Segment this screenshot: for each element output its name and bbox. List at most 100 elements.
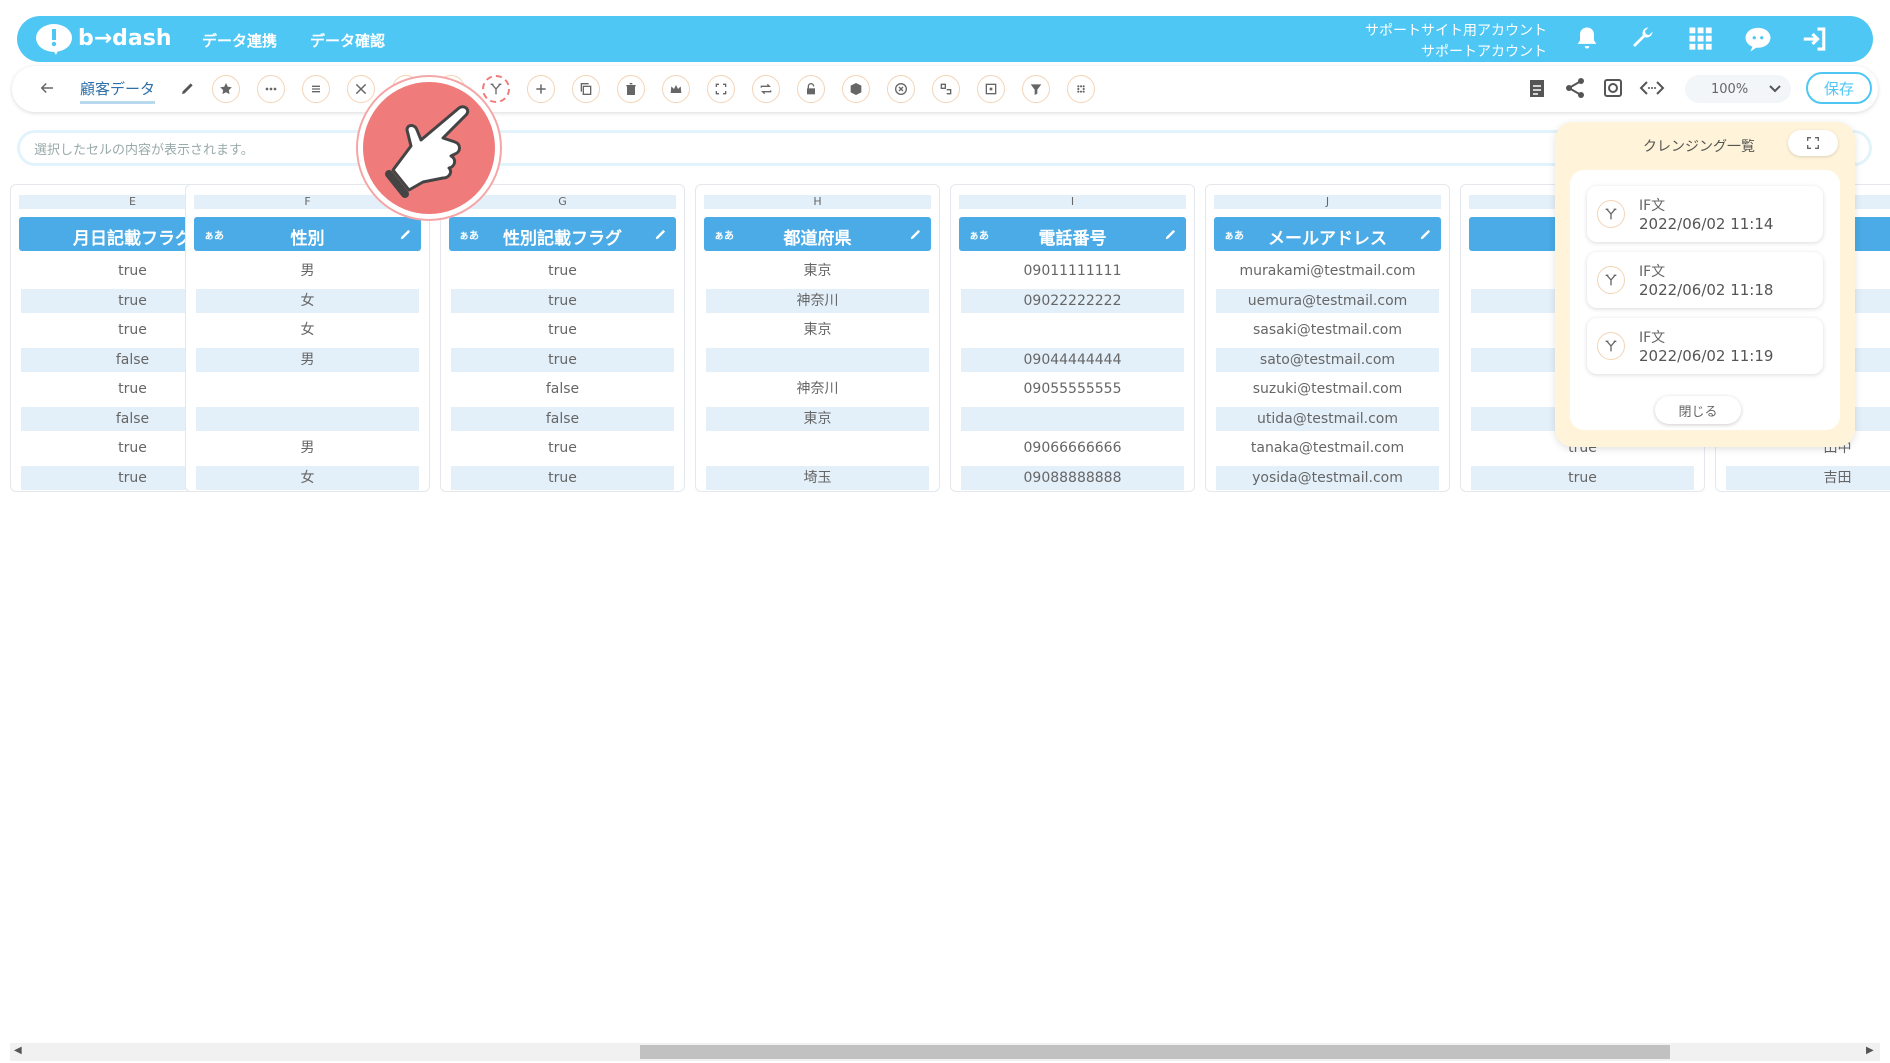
bdash-logo[interactable]: b→dash: [34, 22, 174, 56]
scroll-right-icon[interactable]: ▶: [1866, 1045, 1874, 1056]
table-cell[interactable]: 神奈川: [706, 377, 929, 401]
scrollbar-thumb[interactable]: [640, 1045, 1670, 1059]
column-header[interactable]: ぁあ 性別記載フラグ: [449, 217, 676, 251]
item-label: IF文: [1639, 198, 1666, 214]
table-cell[interactable]: 東京: [706, 259, 929, 283]
column-header[interactable]: ぁあ 都道府県: [704, 217, 931, 251]
edit-title-icon[interactable]: [180, 80, 196, 100]
table-cell[interactable]: 男: [196, 348, 419, 372]
cleansing-item[interactable]: IF文 2022/06/02 11:18: [1587, 252, 1823, 308]
column-letter[interactable]: J: [1214, 195, 1441, 209]
table-cell[interactable]: [706, 348, 929, 372]
table-cell[interactable]: tanaka@testmail.com: [1216, 436, 1439, 460]
cleansing-item[interactable]: IF文 2022/06/02 11:19: [1587, 318, 1823, 374]
table-cell[interactable]: 東京: [706, 407, 929, 431]
table-cell[interactable]: sato@testmail.com: [1216, 348, 1439, 372]
add-plus-icon[interactable]: [527, 75, 555, 103]
table-cell[interactable]: 神奈川: [706, 289, 929, 313]
back-arrow-icon[interactable]: [38, 79, 56, 101]
box-icon[interactable]: [842, 75, 870, 103]
wrench-icon[interactable]: [1628, 24, 1660, 56]
item-label: IF文: [1639, 264, 1666, 280]
expand-panel-button[interactable]: [1788, 130, 1838, 156]
table-cell[interactable]: utida@testmail.com: [1216, 407, 1439, 431]
table-cell[interactable]: 女: [196, 466, 419, 490]
table-cell[interactable]: [961, 318, 1184, 342]
clipboard-icon[interactable]: [1525, 76, 1549, 104]
table-cell[interactable]: [196, 407, 419, 431]
table-cell[interactable]: true: [451, 466, 674, 490]
code-icon[interactable]: [1639, 76, 1665, 104]
table-cell[interactable]: [961, 407, 1184, 431]
share-icon[interactable]: [1563, 76, 1587, 104]
cleansing-item[interactable]: IF文 2022/06/02 11:14: [1587, 186, 1823, 242]
logout-icon[interactable]: [1800, 24, 1832, 56]
table-cell[interactable]: uemura@testmail.com: [1216, 289, 1439, 313]
bell-icon[interactable]: [1573, 24, 1605, 56]
table-cell[interactable]: 09011111111: [961, 259, 1184, 283]
close-panel-button[interactable]: 閉じる: [1655, 396, 1741, 424]
apps-grid-icon[interactable]: [1686, 24, 1718, 56]
favorite-star-icon[interactable]: [212, 75, 240, 103]
table-cell[interactable]: yosida@testmail.com: [1216, 466, 1439, 490]
table-cell[interactable]: false: [451, 377, 674, 401]
table-cell[interactable]: true: [451, 348, 674, 372]
page-title[interactable]: 顧客データ: [80, 78, 156, 104]
filter-icon[interactable]: [1022, 75, 1050, 103]
chat-support-icon[interactable]: [1743, 24, 1775, 56]
table-cell[interactable]: 09088888888: [961, 466, 1184, 490]
table-cell[interactable]: 09066666666: [961, 436, 1184, 460]
table-cell[interactable]: 吉田: [1726, 466, 1890, 490]
column-letter[interactable]: H: [704, 195, 931, 209]
table-cell[interactable]: false: [451, 407, 674, 431]
account-user[interactable]: サポートアカウント: [1421, 41, 1547, 61]
copy-icon[interactable]: [572, 75, 600, 103]
frame-icon[interactable]: [977, 75, 1005, 103]
edit-pencil-icon[interactable]: [909, 227, 923, 241]
table-cell[interactable]: sasaki@testmail.com: [1216, 318, 1439, 342]
list-lines-icon[interactable]: [302, 75, 330, 103]
table-cell[interactable]: murakami@testmail.com: [1216, 259, 1439, 283]
account-name[interactable]: サポートサイト用アカウント: [1365, 20, 1547, 40]
table-cell[interactable]: 女: [196, 289, 419, 313]
table-cell[interactable]: [706, 436, 929, 460]
table-cell[interactable]: suzuki@testmail.com: [1216, 377, 1439, 401]
history-icon[interactable]: [1601, 76, 1625, 104]
column-header[interactable]: ぁあ メールアドレス: [1214, 217, 1441, 251]
table-cell[interactable]: 女: [196, 318, 419, 342]
table-cell[interactable]: true: [451, 436, 674, 460]
replace-icon[interactable]: [932, 75, 960, 103]
column-letter[interactable]: I: [959, 195, 1186, 209]
more-dots-icon[interactable]: [257, 75, 285, 103]
expand-icon[interactable]: [707, 75, 735, 103]
trash-icon[interactable]: [617, 75, 645, 103]
table-cell[interactable]: true: [1471, 466, 1694, 490]
nav-data-integration[interactable]: データ連携: [202, 30, 277, 51]
table-cell[interactable]: 09022222222: [961, 289, 1184, 313]
edit-pencil-icon[interactable]: [1164, 227, 1178, 241]
save-button[interactable]: 保存: [1806, 72, 1872, 104]
table-cell[interactable]: true: [451, 289, 674, 313]
table-cell[interactable]: true: [451, 259, 674, 283]
table-cell[interactable]: true: [451, 318, 674, 342]
table-cell[interactable]: 男: [196, 259, 419, 283]
table-cell[interactable]: 埼玉: [706, 466, 929, 490]
table-cell[interactable]: 09055555555: [961, 377, 1184, 401]
edit-pencil-icon[interactable]: [654, 227, 668, 241]
grid-dots-icon[interactable]: [1067, 75, 1095, 103]
scroll-left-icon[interactable]: ◀: [14, 1045, 22, 1056]
table-cell[interactable]: 東京: [706, 318, 929, 342]
table-cell[interactable]: 男: [196, 436, 419, 460]
crown-icon[interactable]: [662, 75, 690, 103]
edit-pencil-icon[interactable]: [399, 227, 413, 241]
lock-icon[interactable]: [797, 75, 825, 103]
column-header[interactable]: ぁあ 電話番号: [959, 217, 1186, 251]
column-header[interactable]: ぁあ 性別: [194, 217, 421, 251]
repeat-icon[interactable]: [752, 75, 780, 103]
nav-data-check[interactable]: データ確認: [310, 30, 385, 51]
table-cell[interactable]: 09044444444: [961, 348, 1184, 372]
cancel-circle-icon[interactable]: [887, 75, 915, 103]
edit-pencil-icon[interactable]: [1419, 227, 1433, 241]
table-cell[interactable]: [196, 377, 419, 401]
zoom-select[interactable]: 100%: [1685, 75, 1791, 103]
